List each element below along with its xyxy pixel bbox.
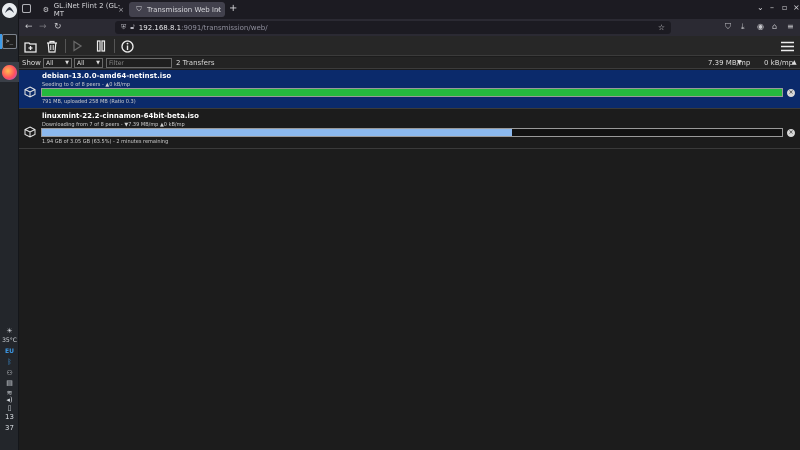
toolbar <box>19 36 800 56</box>
total-download-speed: 7.39 MB/mp <box>708 59 751 67</box>
status-filter-select[interactable]: All ▼ <box>43 58 72 68</box>
desktop-dock: >_ ☀ 35°C EU ᛒ ⚇ ▤ ≋ ◂) ▯ 13 37 <box>0 0 19 450</box>
reload-icon[interactable]: ↻ <box>54 22 62 32</box>
total-upload-speed: 0 kB/mp <box>764 59 794 67</box>
clock-hour: 13 <box>5 413 14 421</box>
account-icon[interactable]: ◉ <box>757 22 764 31</box>
torrent-name: linuxmint-22.2-cinnamon-64bit-beta.iso <box>42 112 199 120</box>
close-icon[interactable]: × <box>787 89 795 97</box>
progress-fill <box>42 89 782 96</box>
menu-icon[interactable]: ≡ <box>787 22 794 31</box>
back-icon[interactable]: ← <box>25 22 33 32</box>
minimize-icon[interactable]: – <box>770 3 774 12</box>
transmission-icon: ⛉ <box>136 5 142 13</box>
terminal-icon[interactable]: >_ <box>2 34 17 49</box>
main-menu-button[interactable] <box>779 38 795 54</box>
tracker-filter-select[interactable]: All ▼ <box>74 58 103 68</box>
remove-torrent-button[interactable] <box>44 38 60 54</box>
url-host: 192.168.8.1 <box>138 23 182 32</box>
show-label: Show <box>22 59 41 67</box>
extensions-icon[interactable]: ⌂ <box>772 22 777 31</box>
browser-nav-bar: ← → ↻ ⛨ 🔓︎ 192.168.8.1:9091/transmission… <box>19 19 800 36</box>
keyboard-layout-indicator[interactable]: EU <box>0 348 19 355</box>
close-icon[interactable]: × <box>215 6 221 14</box>
package-icon <box>24 83 36 98</box>
progress-bar <box>41 88 783 97</box>
status-filter-value: All <box>46 59 54 67</box>
new-tab-button[interactable]: + <box>229 3 237 14</box>
toolbar-separator <box>114 39 115 53</box>
tab-overview-icon[interactable] <box>22 4 31 13</box>
shield-icon[interactable]: ⛨ <box>121 23 126 32</box>
torrent-row[interactable]: linuxmint-22.2-cinnamon-64bit-beta.iso D… <box>19 110 800 149</box>
torrent-details: 791 MB, uploaded 258 MB (Ratio 0.3) <box>42 99 136 105</box>
torrent-details: 1.94 GB of 3.05 GB (63.5%) - 2 minutes r… <box>42 139 169 145</box>
url-path: :9091/transmission/web/ <box>181 23 268 32</box>
app-launcher-icon[interactable] <box>2 3 17 18</box>
tab-title: GL.iNet Flint 2 (GL-MT <box>53 1 121 18</box>
pause-button[interactable] <box>93 38 109 54</box>
upload-arrow-icon: ▲ <box>792 59 797 66</box>
open-torrent-button[interactable] <box>22 38 38 54</box>
maximize-icon[interactable]: ▫ <box>782 3 787 12</box>
tab-title: Transmission Web Int <box>147 5 222 14</box>
chevron-down-icon: ▼ <box>96 60 100 66</box>
temperature-readout: 35°C <box>2 337 17 344</box>
download-arrow-icon: ▼ <box>737 59 742 66</box>
forward-icon[interactable]: → <box>39 22 47 32</box>
filter-input[interactable]: Filter <box>106 58 172 68</box>
storage-icon[interactable]: ▤ <box>5 379 14 387</box>
tab-list-chevron-icon[interactable]: ⌄ <box>757 3 764 12</box>
gear-icon: ⚙ <box>42 5 49 14</box>
pocket-icon[interactable]: ⛉ <box>725 22 731 32</box>
bluetooth-icon[interactable]: ᛒ <box>5 358 14 366</box>
toolbar-separator <box>65 39 66 53</box>
weather-sun-icon: ☀ <box>6 327 13 335</box>
progress-fill <box>42 129 512 136</box>
close-icon[interactable]: × <box>787 129 795 137</box>
torrent-row[interactable]: debian-13.0.0-amd64-netinst.iso Seeding … <box>19 70 800 109</box>
chevron-down-icon: ▼ <box>65 60 69 66</box>
close-icon[interactable]: × <box>118 6 124 14</box>
play-icon <box>73 40 82 52</box>
filter-bar: Show All ▼ All ▼ Filter 2 Transfers 7.39… <box>19 57 800 69</box>
bookmark-star-icon[interactable]: ☆ <box>658 23 665 32</box>
pause-icon <box>96 40 106 52</box>
tracker-filter-value: All <box>77 59 85 67</box>
tab-gl-inet[interactable]: ⚙ GL.iNet Flint 2 (GL-MT × <box>36 1 128 18</box>
vpn-icon[interactable]: ⚇ <box>5 369 14 377</box>
window-close-icon[interactable]: × <box>793 3 800 12</box>
package-icon <box>24 123 36 138</box>
downloads-icon[interactable]: ⤓ <box>741 22 745 32</box>
filter-placeholder: Filter <box>109 59 124 67</box>
url-bar[interactable]: ⛨ 🔓︎ 192.168.8.1:9091/transmission/web/ … <box>115 21 671 34</box>
progress-bar <box>41 128 783 137</box>
torrent-name: debian-13.0.0-amd64-netinst.iso <box>42 72 172 80</box>
start-button[interactable] <box>69 38 85 54</box>
insecure-lock-icon[interactable]: 🔓︎ <box>130 23 135 32</box>
battery-icon: ▯ <box>7 404 12 412</box>
clock-minute: 37 <box>5 424 14 432</box>
inspector-button[interactable] <box>119 38 135 54</box>
firefox-icon[interactable] <box>2 65 17 80</box>
volume-icon[interactable]: ◂) <box>5 396 14 404</box>
transmission-web: Show All ▼ All ▼ Filter 2 Transfers 7.39… <box>19 36 800 450</box>
add-file-icon <box>23 41 37 53</box>
trash-icon <box>47 40 57 53</box>
browser-tab-bar: ⚙ GL.iNet Flint 2 (GL-MT × ⛉ Transmissio… <box>19 0 800 19</box>
hamburger-icon <box>780 41 794 51</box>
transfer-count: 2 Transfers <box>176 59 215 67</box>
tab-transmission[interactable]: ⛉ Transmission Web Int × <box>129 2 225 17</box>
info-icon <box>120 39 134 53</box>
